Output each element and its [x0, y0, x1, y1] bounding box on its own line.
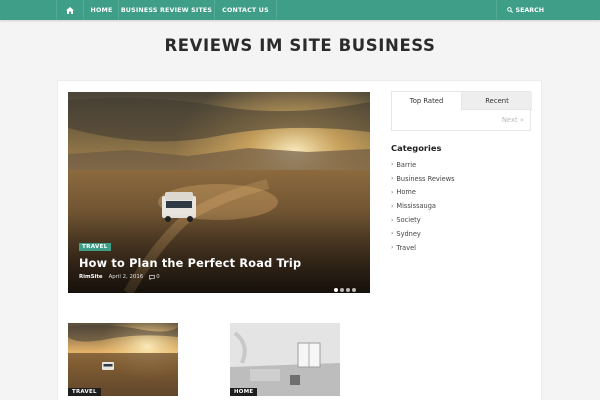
chevron-right-icon: ›: [391, 230, 394, 238]
hero-meta: RimSite April 2, 2016 0: [79, 274, 160, 280]
chevron-right-icon: ›: [391, 202, 394, 210]
category-item[interactable]: › Mississauga: [391, 199, 455, 213]
thumbnail-category-badge[interactable]: HOME: [230, 388, 258, 396]
slider-dots: [334, 288, 356, 292]
category-label: Sydney: [396, 229, 421, 238]
thumbnail-image: [230, 323, 340, 396]
tabs-widget: Top Rated Recent Next »: [391, 91, 532, 131]
category-item[interactable]: › Sydney: [391, 227, 455, 241]
chevron-right-icon: ›: [391, 244, 394, 252]
category-label: Travel: [396, 243, 417, 252]
category-item[interactable]: › Business Reviews: [391, 172, 455, 186]
nav-search-label: SEARCH: [515, 6, 544, 14]
thumbnail-category-badge[interactable]: TRAVEL: [68, 388, 101, 396]
site-title[interactable]: REVIEWS IM SITE BUSINESS: [0, 36, 600, 55]
chevron-right-icon: ›: [391, 175, 394, 183]
top-navigation: HOME BUSINESS REVIEW SITES CONTACT US SE…: [0, 0, 600, 20]
nav-search-button[interactable]: SEARCH: [495, 0, 544, 20]
category-label: Society: [396, 216, 421, 225]
tab-recent[interactable]: Recent: [462, 92, 532, 110]
tab-top-rated[interactable]: Top Rated: [392, 92, 462, 110]
chevron-right-icon: ›: [391, 188, 394, 196]
chevron-right-icon: ›: [391, 216, 394, 224]
slider-dot[interactable]: [352, 288, 356, 292]
nav-home-button[interactable]: [56, 0, 84, 20]
post-thumbnail-home[interactable]: HOME: [230, 323, 340, 396]
nav-item-home[interactable]: HOME: [85, 0, 119, 20]
comment-icon: [149, 274, 156, 280]
category-item[interactable]: › Home: [391, 186, 455, 200]
post-thumbnail-travel[interactable]: TRAVEL: [68, 323, 178, 396]
hero-comment-count: 0: [156, 274, 160, 280]
category-item[interactable]: › Travel: [391, 241, 455, 255]
nav-item-contact-us[interactable]: CONTACT US: [215, 0, 277, 20]
hero-title[interactable]: How to Plan the Perfect Road Trip: [79, 257, 301, 270]
category-label: Business Reviews: [396, 174, 455, 183]
nav-item-business-review-sites[interactable]: BUSINESS REVIEW SITES: [119, 0, 215, 20]
next-link[interactable]: Next »: [502, 116, 524, 124]
hero-date: April 2, 2016: [108, 274, 144, 280]
slider-dot[interactable]: [340, 288, 344, 292]
categories-title: Categories: [391, 143, 442, 153]
hero-comments[interactable]: 0: [149, 274, 160, 280]
slider-dot[interactable]: [346, 288, 350, 292]
slider-dot[interactable]: [334, 288, 338, 292]
category-label: Barrie: [396, 160, 417, 169]
category-item[interactable]: › Barrie: [391, 158, 455, 172]
categories-list: › Barrie › Business Reviews › Home › Mississ…: [391, 158, 455, 255]
category-label: Home: [396, 188, 416, 197]
thumbnail-image: [68, 323, 178, 396]
search-icon: [506, 7, 513, 13]
hero-author[interactable]: RimSite: [79, 274, 103, 280]
chevron-right-icon: ›: [391, 161, 394, 169]
category-item[interactable]: › Society: [391, 213, 455, 227]
hero-category-badge[interactable]: TRAVEL: [79, 243, 111, 251]
category-label: Mississauga: [396, 202, 436, 211]
home-icon: [66, 6, 74, 14]
